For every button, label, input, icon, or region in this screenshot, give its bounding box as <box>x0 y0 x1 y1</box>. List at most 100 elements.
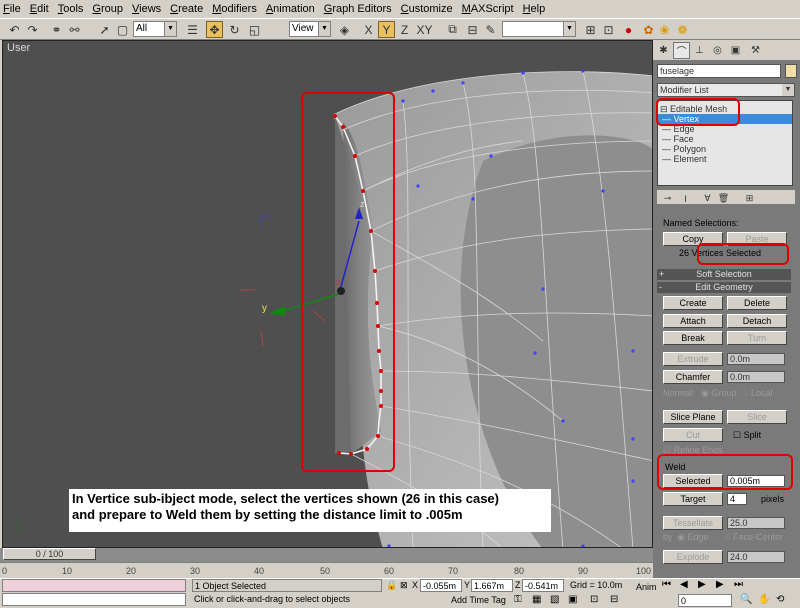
menu-create[interactable]: Create <box>170 3 203 15</box>
create-button[interactable]: Create <box>663 296 723 310</box>
material-editor-icon[interactable]: ● <box>620 21 637 38</box>
menu-customize[interactable]: Customize <box>401 3 453 15</box>
rotate-icon[interactable]: ↻ <box>226 21 243 38</box>
menu-group[interactable]: Group <box>92 3 123 15</box>
go-to-start-icon[interactable]: ⏮ <box>662 579 671 590</box>
extrude-button[interactable]: Extrude <box>663 352 723 366</box>
menu-graph-editors[interactable]: Graph Editors <box>324 3 392 15</box>
curve-editor-icon[interactable]: ⊞ <box>582 21 599 38</box>
modifier-list-dropdown[interactable]: Modifier List ▼ <box>657 83 795 97</box>
break-button[interactable]: Break <box>663 331 723 345</box>
previous-frame-icon[interactable]: ◀ <box>680 579 688 590</box>
show-end-result-icon[interactable]: I <box>677 190 694 207</box>
region-select-icon[interactable]: ▢ <box>114 21 131 38</box>
absolute-mode-icon[interactable]: ⊠ <box>400 580 408 591</box>
menu-modifiers[interactable]: Modifiers <box>212 3 257 15</box>
pan-icon[interactable]: ✋ <box>758 594 770 605</box>
delete-button[interactable]: Delete <box>727 296 787 310</box>
restrict-z-icon[interactable]: Z <box>396 21 413 38</box>
auto-key-icon[interactable]: ▣ <box>568 594 577 605</box>
object-color-swatch[interactable] <box>785 64 797 78</box>
current-frame-field[interactable]: 0 <box>678 594 732 607</box>
key-mode-icon[interactable]: ▧ <box>550 594 559 605</box>
by-edge-radio[interactable]: ◉ Edge <box>677 532 708 543</box>
normal-local-radio[interactable]: ○ Local <box>743 388 772 398</box>
move-icon[interactable]: ✥ <box>206 21 223 38</box>
remove-modifier-icon[interactable]: 🗑 <box>715 190 732 207</box>
add-time-tag[interactable]: Add Time Tag <box>448 594 510 607</box>
maxscript-output-mini[interactable] <box>2 593 186 606</box>
detach-button[interactable]: Detach <box>727 314 787 328</box>
coord-z-field[interactable]: -0.541m <box>522 579 564 592</box>
render-last-icon[interactable]: ❁ <box>674 21 691 38</box>
select-link-icon[interactable]: ⚭ <box>48 21 65 38</box>
restrict-y-icon[interactable]: Y <box>378 21 395 38</box>
normal-group-radio[interactable]: ◉ Group <box>701 388 736 399</box>
chamfer-button[interactable]: Chamfer <box>663 370 723 384</box>
restrict-x-icon[interactable]: X <box>360 21 377 38</box>
motion-tab-icon[interactable]: ◎ <box>709 42 726 59</box>
maxscript-listener-mini[interactable] <box>2 579 186 592</box>
soft-selection-rollout[interactable]: + Soft Selection <box>657 269 791 280</box>
split-checkbox[interactable]: ☐ Split <box>733 430 761 441</box>
configure-sets-icon[interactable]: ⊞ <box>741 190 758 207</box>
stack-face[interactable]: — Face <box>658 134 792 144</box>
modify-tab-icon[interactable]: ⌒ <box>673 42 690 59</box>
menu-edit[interactable]: Edit <box>30 3 49 15</box>
slice-button[interactable]: Slice <box>727 410 787 424</box>
create-tab-icon[interactable]: ✱ <box>655 42 672 59</box>
make-unique-icon[interactable]: ∀ <box>699 190 716 207</box>
go-to-end-icon[interactable]: ⏭ <box>734 579 743 590</box>
quick-render-icon[interactable]: ❀ <box>656 21 673 38</box>
tessellate-tension-spinner[interactable]: 25.0 <box>727 517 785 529</box>
select-arrow-icon[interactable]: ➚ <box>96 21 113 38</box>
explode-angle-spinner[interactable]: 24.0 <box>727 551 785 563</box>
render-scene-icon[interactable]: ✿ <box>640 21 657 38</box>
object-name-field[interactable]: fuselage <box>657 64 781 78</box>
menu-animation[interactable]: Animation <box>266 3 315 15</box>
named-selection-dropdown[interactable]: ▼ <box>502 21 576 37</box>
cut-button[interactable]: Cut <box>663 428 723 442</box>
track-bar[interactable]: 0 10 20 30 40 50 60 70 80 90 100 <box>0 562 653 578</box>
stack-polygon[interactable]: — Polygon <box>658 144 792 154</box>
weld-target-pixels-spinner[interactable]: 4 <box>727 493 747 505</box>
chamfer-amount-spinner[interactable]: 0.0m <box>727 371 785 383</box>
viewport-label[interactable]: User <box>7 42 30 54</box>
reference-coord-dropdown[interactable]: View ▼ <box>289 21 331 37</box>
time-config-icon[interactable]: ⊟ <box>610 594 618 605</box>
time-slider-track[interactable] <box>0 548 653 562</box>
play-icon[interactable]: ▶ <box>698 579 706 590</box>
time-slider-thumb[interactable]: 0 / 100 <box>3 548 96 560</box>
next-frame-icon[interactable]: ▶ <box>716 579 724 590</box>
explode-button[interactable]: Explode <box>663 550 723 564</box>
stack-element[interactable]: — Element <box>658 154 792 164</box>
select-by-name-icon[interactable]: ☰ <box>184 21 201 38</box>
align-icon[interactable]: ⊟ <box>464 21 481 38</box>
menu-file[interactable]: File <box>3 3 21 15</box>
key-filter-icon[interactable]: ▦ <box>532 594 541 605</box>
pin-stack-icon[interactable]: ⊸ <box>659 190 676 207</box>
redo-icon[interactable]: ↷ <box>24 21 41 38</box>
menu-maxscript[interactable]: MAXScript <box>462 3 514 15</box>
by-face-center-radio[interactable]: ○ Face-Center <box>725 532 783 542</box>
lock-selection-icon[interactable]: 🔒 <box>386 580 397 591</box>
weld-target-button[interactable]: Target <box>663 492 723 506</box>
zoom-icon[interactable]: 🔍 <box>740 594 752 605</box>
tessellate-button[interactable]: Tessellate <box>663 516 723 530</box>
unlink-icon[interactable]: ⚯ <box>66 21 83 38</box>
menu-help[interactable]: Help <box>523 3 546 15</box>
pivot-center-icon[interactable]: ◈ <box>336 21 353 38</box>
display-tab-icon[interactable]: ▣ <box>727 42 744 59</box>
restrict-xy-icon[interactable]: XY <box>416 21 433 38</box>
slice-plane-button[interactable]: Slice Plane <box>663 410 723 424</box>
eyedropper-icon[interactable]: ✎ <box>482 21 499 38</box>
undo-icon[interactable]: ↶ <box>6 21 23 38</box>
menu-tools[interactable]: Tools <box>58 3 84 15</box>
set-key-icon[interactable]: ⚿ <box>514 594 522 605</box>
hierarchy-tab-icon[interactable]: ⊥ <box>691 42 708 59</box>
schematic-icon[interactable]: ⊡ <box>600 21 617 38</box>
mirror-icon[interactable]: ⧉ <box>444 21 461 38</box>
coord-x-field[interactable]: -0.055m <box>420 579 462 592</box>
utilities-tab-icon[interactable]: ⚒ <box>747 42 764 59</box>
coord-y-field[interactable]: 1.667m <box>471 579 513 592</box>
